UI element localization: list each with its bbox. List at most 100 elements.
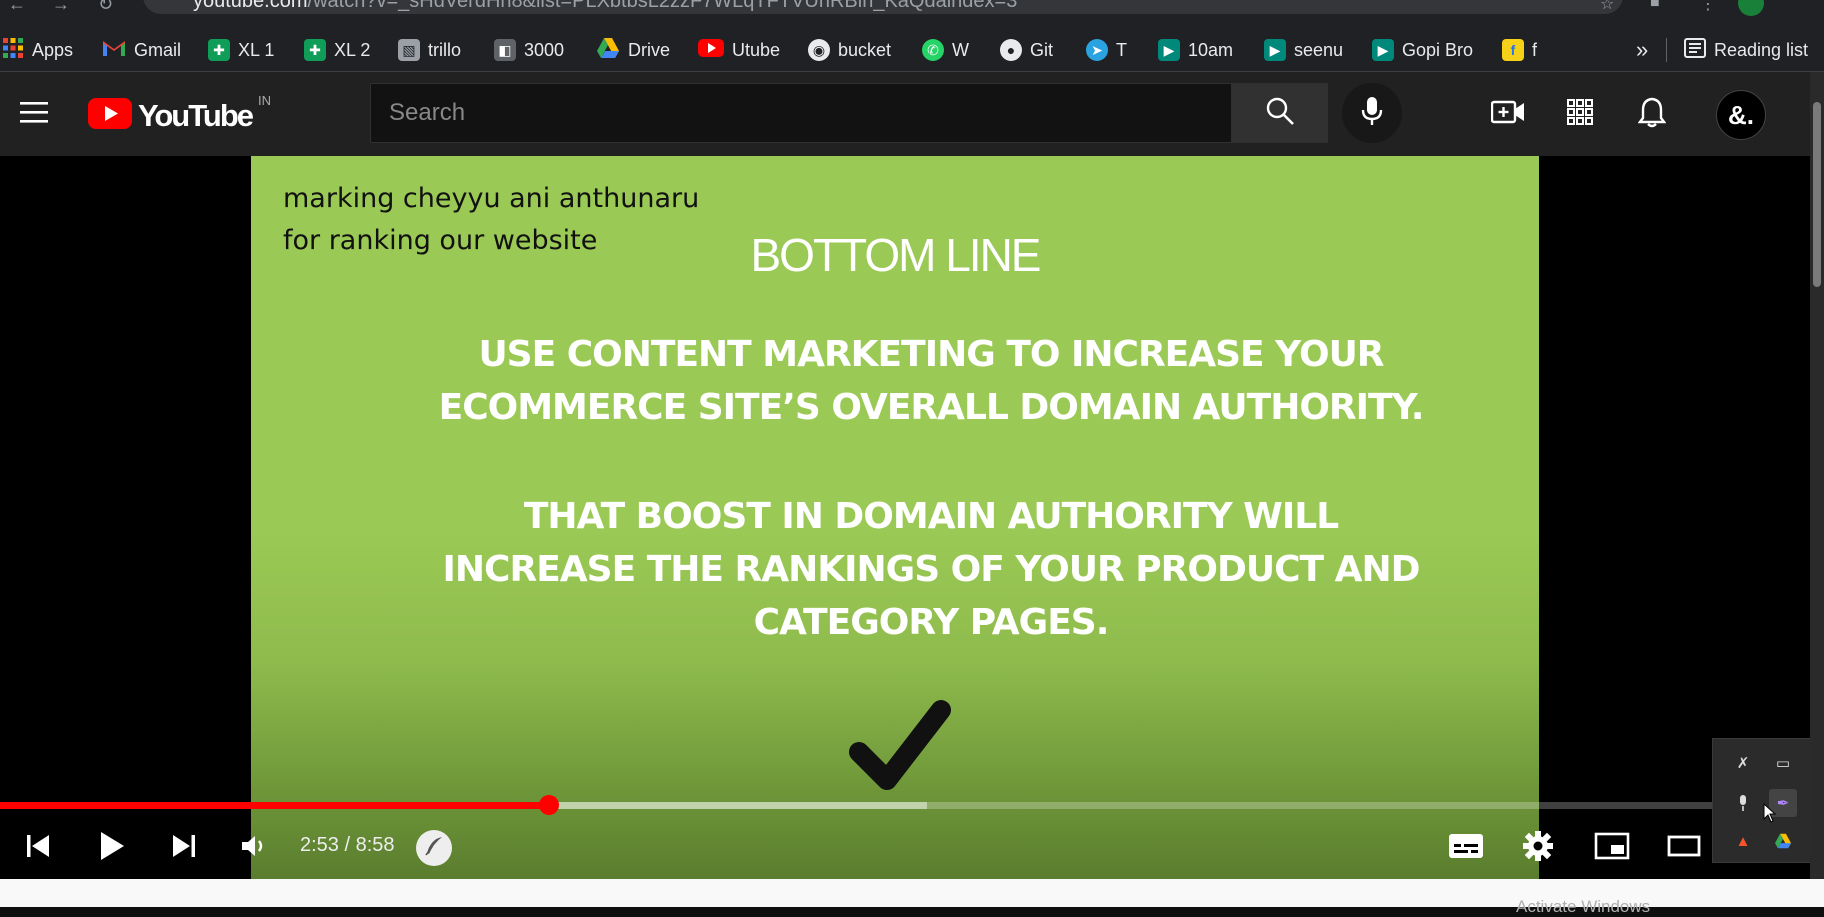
- bookmark-label: T: [1116, 39, 1127, 60]
- slide-line: THAT BOOST IN DOMAIN AUTHORITY WILL: [523, 496, 1339, 537]
- bookmark-t[interactable]: ➤ T: [1086, 28, 1127, 72]
- youtube-logo[interactable]: YouTube IN: [88, 93, 271, 134]
- previous-button[interactable]: [18, 828, 58, 868]
- back-icon[interactable]: ←: [8, 0, 26, 15]
- mute-button[interactable]: [234, 828, 274, 868]
- whatsapp-icon: ✆: [922, 39, 944, 61]
- reading-list-button[interactable]: Reading list: [1684, 28, 1808, 72]
- drive-icon: [596, 37, 620, 64]
- time-display: 2:53 / 8:58: [300, 834, 395, 856]
- bookmark-git[interactable]: ● Git: [1000, 28, 1053, 72]
- video-frame: marking cheyyu ani anthunaru for ranking…: [251, 156, 1539, 879]
- reload-icon[interactable]: ↻: [98, 0, 113, 15]
- bookmark-label: Apps: [32, 39, 74, 60]
- forward-icon[interactable]: →: [52, 0, 70, 15]
- gear-icon: [1522, 830, 1554, 867]
- scrollbar-thumb[interactable]: [1813, 102, 1821, 287]
- video-player[interactable]: marking cheyyu ani anthunaru for ranking…: [0, 156, 1810, 879]
- avatar-text: &.: [1728, 99, 1754, 130]
- chapter-extension-button[interactable]: [416, 830, 452, 866]
- youtube-apps-button[interactable]: [1560, 94, 1600, 134]
- google-drive-icon[interactable]: [1769, 827, 1797, 855]
- bookmark-10am[interactable]: ▶ 10am: [1158, 28, 1233, 72]
- miniplayer-icon: [1594, 832, 1630, 865]
- video-camera-add-icon: [1490, 99, 1525, 130]
- bookmark-label: Gmail: [134, 39, 182, 60]
- browser-toolbar: ← → ↻ youtube.com/watch?v=_sHdVerdHh8&li…: [0, 0, 1824, 28]
- reading-list-icon: [1684, 37, 1706, 63]
- progress-played: [0, 802, 550, 809]
- bookmark-label: f: [1532, 39, 1538, 60]
- country-code-label: IN: [258, 92, 271, 108]
- bookmark-label: seenu: [1294, 39, 1344, 60]
- brave-icon[interactable]: ▲: [1729, 827, 1757, 855]
- trello-icon: ▧: [398, 39, 420, 61]
- slide-line: CATEGORY PAGES.: [753, 602, 1110, 643]
- subtitles-button[interactable]: [1446, 828, 1486, 868]
- bookmark-label: 10am: [1188, 39, 1234, 60]
- bookmark-gopi-bro[interactable]: ▶ Gopi Bro: [1372, 28, 1473, 72]
- bookmark-label: Gopi Bro: [1402, 39, 1474, 60]
- slide-paragraph-1: USE CONTENT MARKETING TO INCREASE YOUR E…: [431, 328, 1431, 434]
- bookmark-w[interactable]: ✆ W: [922, 28, 969, 72]
- notifications-button[interactable]: [1632, 94, 1672, 134]
- bookmark-label: W: [952, 39, 969, 60]
- search-box: [370, 83, 1232, 143]
- menu-icon[interactable]: ⋮: [1700, 0, 1716, 14]
- usb-drive-icon[interactable]: ▭: [1769, 749, 1797, 777]
- meet-icon: ▶: [1372, 39, 1394, 61]
- guide-menu-button[interactable]: [14, 94, 54, 134]
- bookmark-label: Git: [1030, 39, 1054, 60]
- system-tray-overflow: ✗ ▭ ⛨ ✒ ◉ ▲ ☁: [1712, 738, 1824, 863]
- bookmark-3000[interactable]: ◧ 3000: [494, 28, 564, 72]
- progress-scrubber[interactable]: [539, 795, 560, 815]
- progress-bar[interactable]: [0, 802, 1716, 809]
- extensions-icon[interactable]: ■: [1650, 0, 1660, 12]
- bookmark-xl1[interactable]: ✚ XL 1: [208, 28, 274, 72]
- apps-grid-icon: [1567, 98, 1593, 130]
- settings-button[interactable]: [1518, 828, 1558, 868]
- checkmark-icon: [845, 696, 955, 811]
- search-input[interactable]: [371, 84, 1231, 142]
- feather-pen-icon: [423, 835, 445, 862]
- account-avatar[interactable]: &.: [1716, 90, 1766, 140]
- globe-icon: ◉: [808, 39, 830, 61]
- star-icon[interactable]: ☆: [1600, 0, 1614, 14]
- bookmark-f[interactable]: f f: [1502, 28, 1537, 72]
- next-button[interactable]: [164, 828, 204, 868]
- microphone-icon[interactable]: [1729, 789, 1757, 817]
- youtube-icon: [698, 38, 724, 63]
- theater-mode-button[interactable]: [1664, 828, 1704, 868]
- mouse-cursor-icon: [1763, 802, 1777, 828]
- play-button[interactable]: [92, 828, 132, 868]
- slide-line: ECOMMERCE SITE’S OVERALL DOMAIN AUTHORIT…: [438, 387, 1425, 428]
- address-bar[interactable]: youtube.com/watch?v=_sHdVerdHh8&list=PLX…: [143, 0, 1623, 14]
- page-scrollbar[interactable]: [1810, 72, 1824, 879]
- search-button[interactable]: [1232, 83, 1328, 143]
- bookmark-seenu[interactable]: ▶ seenu: [1264, 28, 1343, 72]
- hamburger-menu-icon: [19, 100, 49, 129]
- player-controls: 2:53 / 8:58: [0, 816, 1810, 879]
- sheets-icon: ✚: [208, 39, 230, 61]
- page-below-player: Activate Windows: [0, 879, 1824, 916]
- bookmark-utube[interactable]: Utube: [698, 28, 780, 72]
- bookmark-label: XL 2: [334, 39, 371, 60]
- profile-icon[interactable]: [1738, 0, 1764, 16]
- bookmark-trillo[interactable]: ▧ trillo: [398, 28, 461, 72]
- slide-line: INCREASE THE RANKINGS OF YOUR PRODUCT AN…: [442, 549, 1421, 590]
- miniplayer-button[interactable]: [1592, 828, 1632, 868]
- bookmarks-overflow-button[interactable]: »: [1636, 28, 1648, 72]
- play-icon: [98, 830, 126, 867]
- bookmark-drive[interactable]: Drive: [596, 28, 670, 72]
- create-video-button[interactable]: [1488, 94, 1528, 134]
- bookmark-apps[interactable]: Apps: [2, 28, 73, 72]
- search-icon: [1265, 96, 1295, 131]
- network-off-icon[interactable]: ✗: [1729, 749, 1757, 777]
- bookmark-gmail[interactable]: Gmail: [102, 28, 181, 72]
- voice-search-button[interactable]: [1342, 83, 1402, 143]
- bookmark-label: 3000: [524, 39, 565, 60]
- slide-heading: BOTTOM LINE: [750, 229, 1042, 281]
- github-icon: ●: [1000, 39, 1022, 61]
- bookmark-bucket[interactable]: ◉ bucket: [808, 28, 891, 72]
- bookmark-xl2[interactable]: ✚ XL 2: [304, 28, 370, 72]
